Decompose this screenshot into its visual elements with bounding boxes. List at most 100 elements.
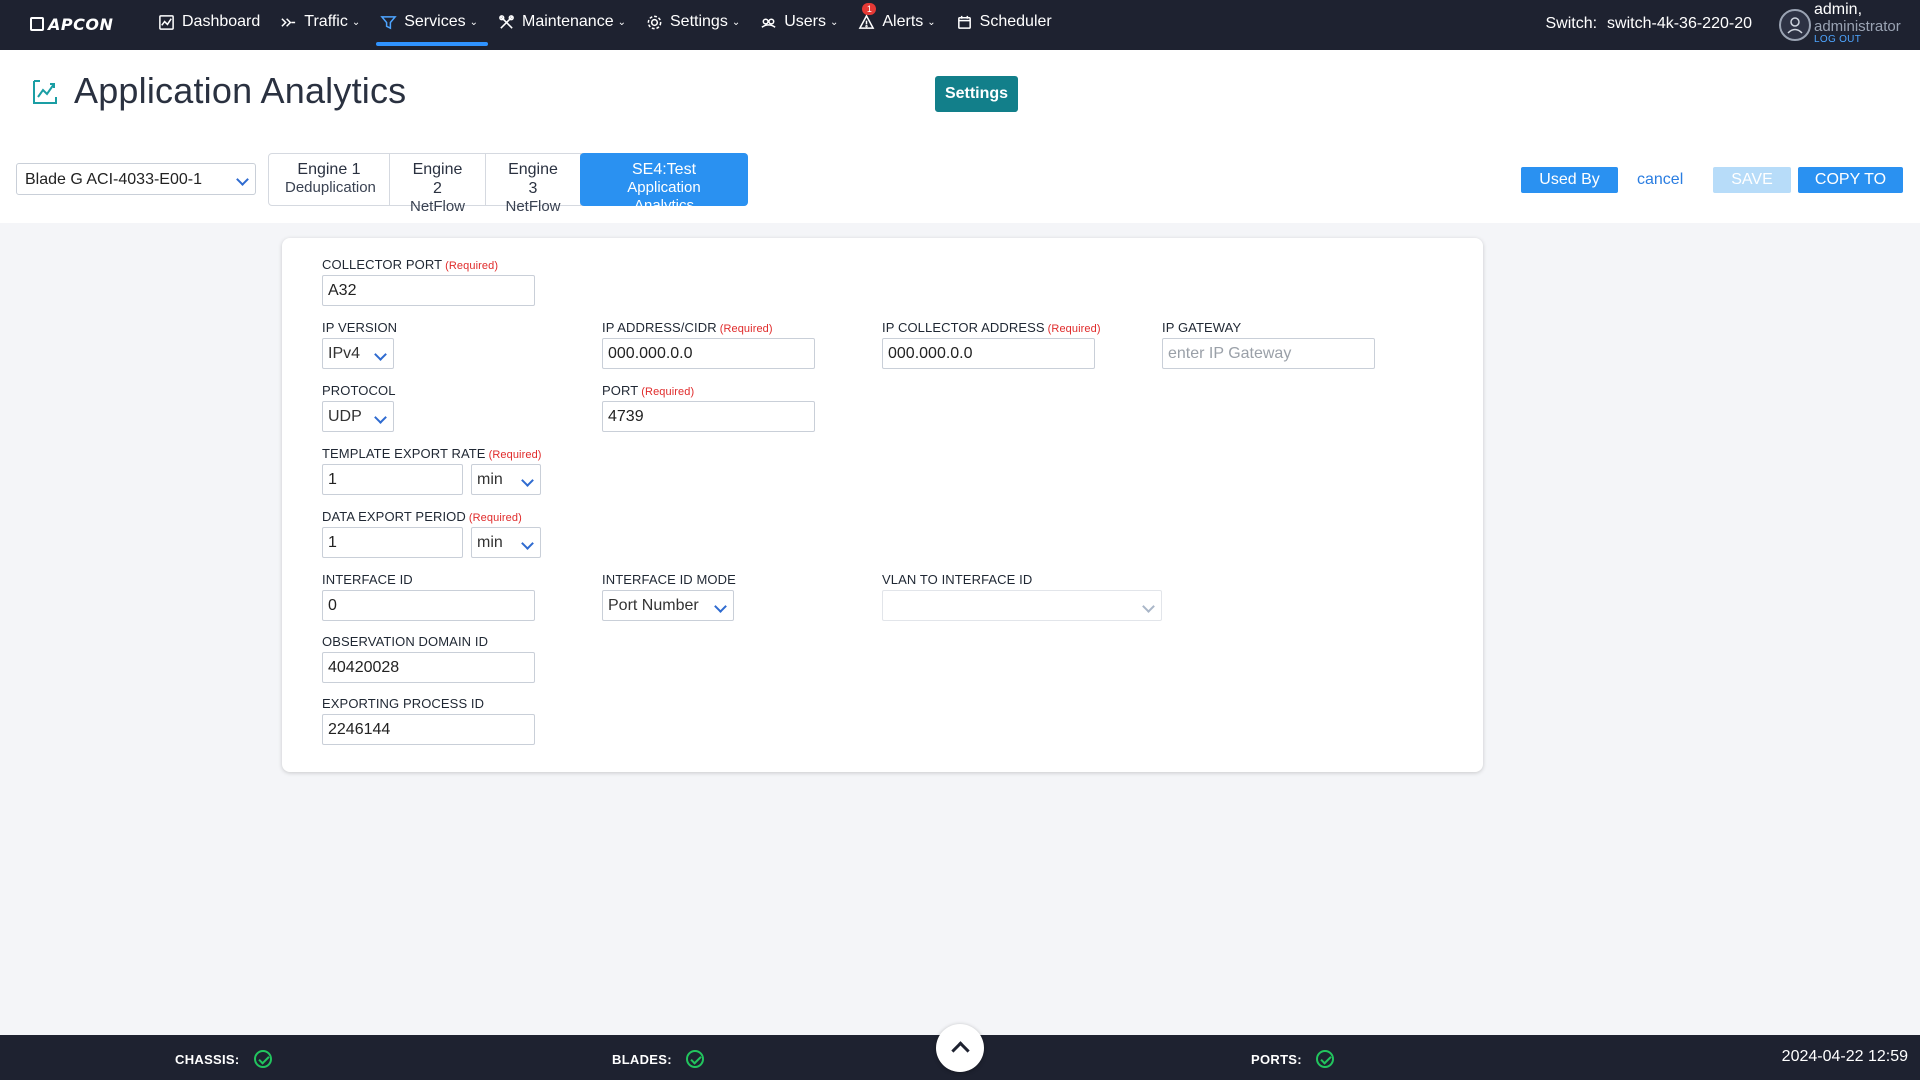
calendar-icon (957, 15, 971, 29)
check-circle-icon (1315, 1050, 1334, 1068)
chevron-down-icon (374, 411, 387, 424)
field-label: PROTOCOL (322, 383, 396, 398)
select-value: min (477, 534, 503, 551)
field-label: INTERFACE ID (322, 572, 413, 587)
alert-icon (858, 13, 875, 29)
tab-engine-3[interactable]: Engine 3 NetFlow (486, 154, 581, 215)
nav-label: Traffic (304, 13, 348, 30)
chassis-label: CHASSIS: (175, 1051, 240, 1067)
nav-alerts[interactable]: 1 Alerts ⌄ (848, 0, 945, 44)
tab-engine-2[interactable]: Engine 2 NetFlow (390, 154, 486, 215)
tab-se4-test[interactable]: SE4:Test Application Analytics (580, 153, 748, 214)
nav-label: Alerts (882, 13, 924, 30)
nav-services[interactable]: Services ⌄ (370, 0, 488, 46)
required-tag: (Required) (641, 386, 695, 398)
template-export-rate-input[interactable]: 1 (322, 464, 463, 495)
chevron-down-icon (374, 348, 387, 361)
avatar[interactable] (1779, 9, 1811, 41)
blade-select[interactable]: Blade G ACI-4033-E00-1 (16, 163, 256, 195)
data-export-period-field: DATA EXPORT PERIOD (Required) 1 min (322, 509, 541, 558)
protocol-select[interactable]: UDP (322, 401, 394, 432)
settings-button[interactable]: Settings (935, 76, 1018, 112)
ports-status: PORTS: (1251, 1050, 1334, 1068)
chevron-down-icon: ⌄ (469, 16, 478, 28)
field-label: DATA EXPORT PERIOD (Required) (322, 509, 522, 524)
chevron-down-icon: ⌄ (351, 16, 361, 28)
analytics-icon (33, 80, 57, 104)
ip-version-select[interactable]: IPv4 (322, 338, 394, 369)
ports-label: PORTS: (1251, 1051, 1302, 1067)
check-circle-icon (253, 1050, 272, 1068)
blades-status: BLADES: (612, 1050, 704, 1068)
user-role: administrator (1814, 18, 1901, 35)
alert-count-badge: 1 (862, 3, 877, 15)
tab-title: Engine 3 (508, 161, 558, 198)
chip-icon (30, 17, 44, 31)
field-label: OBSERVATION DOMAIN ID (322, 634, 489, 649)
collector-port-input[interactable]: A32 (322, 275, 535, 306)
chevron-down-icon (714, 600, 727, 613)
required-tag: (Required) (468, 512, 522, 524)
protocol-field: PROTOCOL UDP (322, 383, 396, 432)
nav-label: Scheduler (979, 13, 1052, 30)
cancel-button[interactable]: cancel (1637, 167, 1683, 193)
port-input[interactable]: 4739 (602, 401, 815, 432)
expand-up-button[interactable] (936, 1024, 984, 1072)
exporting-process-id-input[interactable]: 2246144 (322, 714, 535, 745)
tab-subtitle: Application Analytics (627, 179, 701, 215)
apcon-logo[interactable]: APCON (30, 12, 113, 36)
observation-domain-id-input[interactable]: 40420028 (322, 652, 535, 683)
status-datetime: 2024-04-22 12:59 (1781, 1048, 1908, 1065)
nav-label: Maintenance (521, 13, 614, 30)
nav-scheduler[interactable]: Scheduler (946, 0, 1062, 44)
maintenance-icon (499, 14, 514, 29)
field-label: COLLECTOR PORT (Required) (322, 257, 499, 272)
required-tag: (Required) (488, 449, 542, 461)
field-label: INTERFACE ID MODE (602, 572, 736, 587)
nav-traffic[interactable]: Traffic ⌄ (270, 0, 370, 44)
chevron-down-icon (521, 537, 534, 550)
nav-users[interactable]: Users ⌄ (750, 0, 848, 44)
nav-dashboard[interactable]: Dashboard (148, 0, 270, 44)
interface-id-input[interactable]: 0 (322, 590, 535, 621)
top-navbar: APCON Dashboard Traffic ⌄ Services ⌄ Mai… (0, 0, 1920, 50)
tab-title: Engine 1 (297, 161, 361, 178)
page-title: Application Analytics (74, 70, 407, 111)
data-export-unit-select[interactable]: min (471, 527, 541, 558)
nav-settings[interactable]: Settings ⌄ (636, 0, 750, 44)
field-label: PORT (Required) (602, 383, 695, 398)
data-export-period-input[interactable]: 1 (322, 527, 463, 558)
vlan-to-interface-id-select[interactable] (882, 590, 1162, 621)
save-button[interactable]: SAVE (1713, 167, 1791, 193)
interface-id-mode-select[interactable]: Port Number (602, 590, 734, 621)
ip-gateway-input[interactable]: enter IP Gateway (1162, 338, 1375, 369)
select-value: Port Number (608, 597, 699, 614)
nav-maintenance[interactable]: Maintenance ⌄ (488, 0, 636, 44)
ip-version-field: IP VERSION IPv4 (322, 320, 397, 369)
ip-address-cidr-field: IP ADDRESS/CIDR (Required) 000.000.0.0 (602, 320, 815, 369)
field-label: VLAN TO INTERFACE ID (882, 572, 1033, 587)
chevron-down-icon (1142, 600, 1155, 613)
config-form-card: COLLECTOR PORT (Required) A32 IP VERSION … (282, 238, 1483, 772)
ip-address-cidr-input[interactable]: 000.000.0.0 (602, 338, 815, 369)
used-by-button[interactable]: Used By (1521, 167, 1618, 193)
required-tag: (Required) (1047, 323, 1101, 335)
check-circle-icon (685, 1050, 704, 1068)
field-label: IP COLLECTOR ADDRESS (Required) (882, 320, 1101, 335)
interface-id-field: INTERFACE ID 0 (322, 572, 535, 621)
switch-name: switch-4k-36-220-20 (1607, 15, 1752, 32)
tab-engine-1[interactable]: Engine 1 Deduplication (269, 154, 390, 205)
select-value: IPv4 (328, 345, 361, 362)
required-tag: (Required) (719, 323, 773, 335)
template-export-rate-field: TEMPLATE EXPORT RATE (Required) 1 min (322, 446, 542, 495)
nav-label: Services (404, 13, 466, 30)
switch-label: Switch: (1545, 15, 1598, 32)
user-info: admin, administrator LOG OUT (1814, 2, 1910, 45)
tab-subtitle: Deduplication (285, 179, 376, 197)
users-icon (761, 17, 776, 28)
ip-collector-address-input[interactable]: 000.000.0.0 (882, 338, 1095, 369)
tab-subtitle: NetFlow (409, 198, 465, 216)
copy-to-button[interactable]: COPY TO (1798, 167, 1903, 193)
logout-link[interactable]: LOG OUT (1814, 35, 1910, 45)
template-export-unit-select[interactable]: min (471, 464, 541, 495)
